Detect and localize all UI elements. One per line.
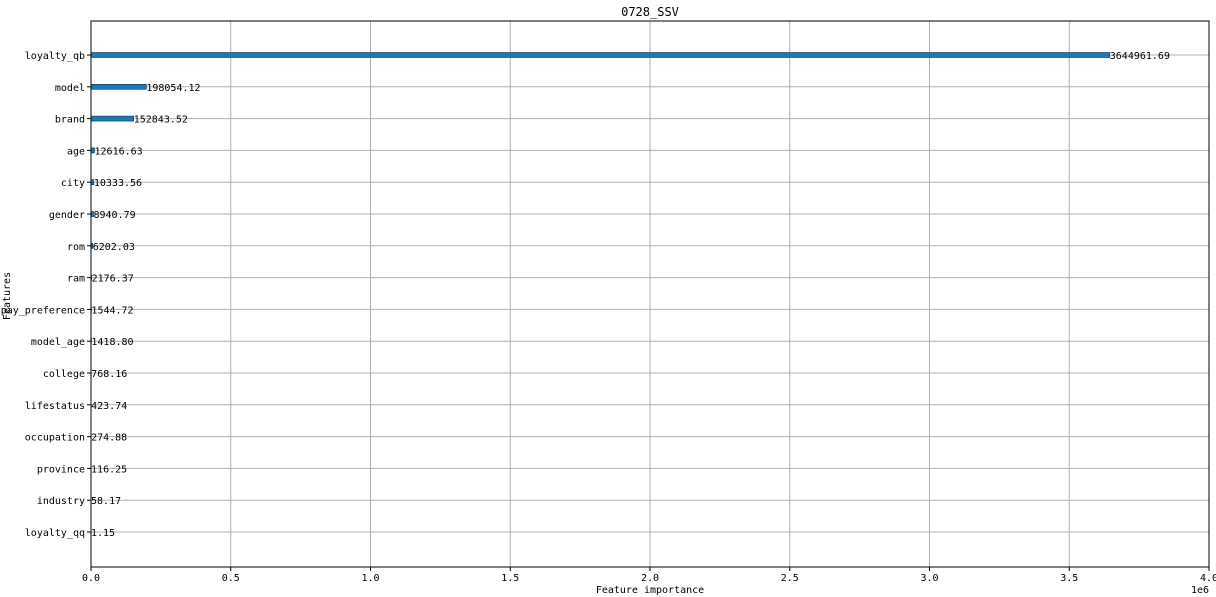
y-tick-label: model — [55, 83, 85, 94]
y-tick-label: province — [37, 464, 85, 475]
y-tick-label: industry — [37, 496, 85, 507]
x-tick-label: 0.5 — [222, 573, 240, 584]
chart-title: 0728_SSV — [621, 5, 679, 19]
x-tick-label: 1.5 — [501, 573, 519, 584]
bar — [90, 84, 147, 90]
y-tick-label: lifestatus — [25, 401, 85, 412]
y-tick-label: ram — [67, 274, 85, 285]
bar-value-label: 58.17 — [91, 496, 121, 507]
x-tick-label: 0.0 — [82, 573, 100, 584]
x-axis-scale-label: 1e6 — [1191, 585, 1209, 596]
y-tick-label: brand — [55, 115, 85, 126]
bar — [90, 52, 1111, 58]
bar-value-label: 1544.72 — [91, 305, 133, 316]
bar-value-label: 2176.37 — [92, 274, 134, 285]
y-tick-label: loyalty_qq — [25, 528, 85, 539]
x-axis-label: Feature importance — [596, 585, 704, 596]
y-tick-label: model_age — [31, 337, 85, 348]
y-tick-label: occupation — [25, 433, 85, 444]
bar-value-label: 10333.56 — [94, 178, 142, 189]
bar-value-label: 116.25 — [91, 464, 127, 475]
y-axis-label: Features — [2, 272, 13, 320]
y-tick-label: rom — [67, 242, 85, 253]
bar-value-label: 423.74 — [91, 401, 127, 412]
x-tick-label: 2.5 — [781, 573, 799, 584]
y-tick-label: college — [43, 369, 85, 380]
y-tick-label: pay_preference — [1, 305, 85, 316]
x-tick-label: 1.0 — [361, 573, 379, 584]
bar-value-label: 3644961.69 — [1110, 51, 1170, 62]
bar-value-label: 1.15 — [91, 528, 115, 539]
y-tick-label: city — [61, 178, 85, 189]
x-tick-label: 4.0 — [1200, 573, 1216, 584]
bar-value-label: 1418.80 — [91, 337, 133, 348]
y-tick-label: age — [67, 146, 85, 157]
x-tick-label: 2.0 — [641, 573, 659, 584]
bar-value-label: 768.16 — [91, 369, 127, 380]
y-tick-label: loyalty_qb — [25, 51, 85, 62]
bar — [90, 115, 135, 122]
feature-importance-chart: 3644961.69 198054.12 152843.52 12616.63 1033… — [0, 0, 1216, 597]
x-tick-label: 3.5 — [1060, 573, 1078, 584]
y-tick-label: gender — [49, 210, 85, 221]
bar-value-label: 6202.03 — [93, 242, 135, 253]
bar-value-label: 274.88 — [91, 433, 127, 444]
bar-value-label: 152843.52 — [134, 115, 188, 126]
bar-value-label: 8940.79 — [93, 210, 135, 221]
x-tick-label: 3.0 — [920, 573, 938, 584]
bar-value-label: 198054.12 — [146, 83, 200, 94]
bar-value-label: 12616.63 — [95, 146, 143, 157]
